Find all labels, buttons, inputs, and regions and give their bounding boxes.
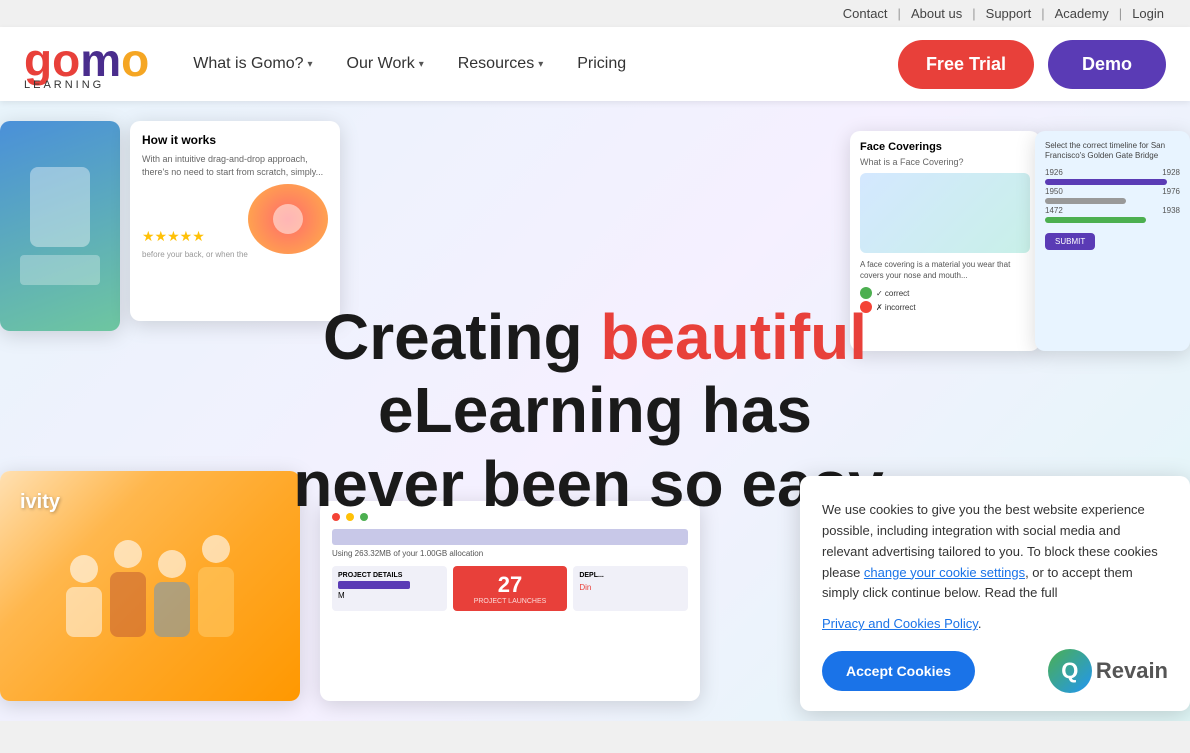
topbar-login[interactable]: Login [1126, 6, 1170, 21]
face-image [860, 173, 1030, 253]
card-team-photo: ivity [0, 471, 300, 701]
body-3 [154, 582, 190, 637]
logo-o2: o [121, 34, 149, 86]
head-4 [202, 535, 230, 563]
quiz-submit-button[interactable]: SUBMIT [1045, 233, 1095, 250]
quiz-bar-1 [1045, 179, 1167, 185]
privacy-policy-link[interactable]: Privacy and Cookies Policy [822, 616, 978, 631]
quiz-year1: 1926 [1045, 168, 1063, 177]
quiz-year4: 1976 [1162, 187, 1180, 196]
cookie-banner: We use cookies to give you the best webs… [800, 476, 1190, 711]
header: gomo LEARNING What is Gomo? ▾ Our Work ▾… [0, 27, 1190, 101]
revain-q-icon: Q [1048, 649, 1092, 693]
nav-ourwork-label: Our Work [347, 55, 415, 73]
dash-grid: PROJECT DETAILS M 27 PROJECT LAUNCHES DE… [332, 566, 688, 611]
chevron-down-icon: ▾ [308, 59, 313, 70]
cookie-actions: Accept Cookies Q Revain [822, 649, 1168, 693]
quiz-row-2: 1950 1976 [1045, 187, 1180, 196]
logo-wrap: gomo LEARNING [24, 37, 149, 91]
main-nav: What is Gomo? ▾ Our Work ▾ Resources ▾ P… [179, 45, 868, 83]
dash-cell-launches: PROJECT LAUNCHES [474, 598, 547, 605]
cell-inner [273, 204, 303, 234]
chevron-down-icon: ▾ [419, 59, 424, 70]
person-3 [154, 550, 190, 637]
quiz-year2: 1928 [1162, 168, 1180, 177]
nav-resources-label: Resources [458, 55, 534, 73]
sep2: | [972, 6, 975, 21]
body-4 [198, 567, 234, 637]
quiz-row-3: 1472 1938 [1045, 206, 1180, 215]
card-quiz: Select the correct timeline for San Fran… [1035, 131, 1190, 351]
person-2 [110, 540, 146, 637]
card-how-text: With an intuitive drag-and-drop approach… [142, 153, 328, 178]
cell-details-label: PROJECT DETAILS [338, 572, 441, 579]
demo-button[interactable]: Demo [1048, 40, 1166, 89]
cookie-text-1: We use cookies to give you the best webs… [822, 502, 1145, 538]
scene-inner [0, 121, 120, 331]
logo-gomo: gomo [24, 37, 149, 83]
people-group [66, 535, 234, 637]
quiz-year3: 1950 [1045, 187, 1063, 196]
quiz-question: Select the correct timeline for San Fran… [1045, 141, 1180, 162]
quiz-bar-2 [1045, 198, 1126, 204]
card-face-title: Face Coverings [860, 141, 1030, 153]
head-1 [70, 555, 98, 583]
dash-big-number: 27 [498, 572, 522, 598]
team-text-overlay: ivity [20, 491, 60, 514]
dash-cell-number: 27 PROJECT LAUNCHES [453, 566, 568, 611]
hero-line1: Creating [323, 301, 600, 373]
cookie-text-5: . [978, 616, 982, 631]
nav-what-is-gomo[interactable]: What is Gomo? ▾ [179, 45, 326, 83]
accept-cookies-button[interactable]: Accept Cookies [822, 651, 975, 691]
topbar-about[interactable]: About us [905, 6, 968, 21]
quiz-row-1: 1926 1928 [1045, 168, 1180, 177]
dash-cell-deploy: DEPL... Din [573, 566, 688, 611]
person-1 [66, 555, 102, 637]
cookie-text-2nd: Privacy and Cookies Policy. [822, 614, 1168, 635]
topbar-academy[interactable]: Academy [1049, 6, 1115, 21]
nav-pricing[interactable]: Pricing [563, 45, 640, 83]
card-how-title: How it works [142, 133, 328, 147]
cell-m: M [338, 591, 441, 600]
nav-our-work[interactable]: Our Work ▾ [333, 45, 438, 83]
top-bar: Contact | About us | Support | Academy |… [0, 0, 1190, 27]
revain-logo: Q Revain [1048, 649, 1168, 693]
sep3: | [1041, 6, 1044, 21]
nav-what-label: What is Gomo? [193, 55, 303, 73]
cookie-settings-link[interactable]: change your cookie settings [864, 565, 1025, 580]
revain-text: Revain [1096, 658, 1168, 684]
cookie-text: We use cookies to give you the best webs… [822, 500, 1168, 604]
sep4: | [1119, 6, 1122, 21]
logo[interactable]: gomo LEARNING [24, 37, 149, 91]
person-silhouette [30, 167, 90, 247]
dash-cell-details: PROJECT DETAILS M [332, 566, 447, 611]
logo-learning: LEARNING [24, 79, 104, 91]
quiz-year6: 1938 [1162, 206, 1180, 215]
hero-section: How it works With an intuitive drag-and-… [0, 101, 1190, 721]
card-face-subtitle: What is a Face Covering? [860, 157, 1030, 167]
chevron-down-icon: ▾ [538, 59, 543, 70]
free-trial-button[interactable]: Free Trial [898, 40, 1034, 89]
nav-pricing-label: Pricing [577, 55, 626, 73]
topbar-support[interactable]: Support [980, 6, 1038, 21]
cell-bar [338, 581, 410, 589]
sep1: | [898, 6, 901, 21]
head-2 [114, 540, 142, 568]
quiz-year5: 1472 [1045, 206, 1063, 215]
person-4 [198, 535, 234, 637]
topbar-contact[interactable]: Contact [837, 6, 894, 21]
hero-highlight: beautiful [600, 301, 867, 373]
head-3 [158, 550, 186, 578]
cell-date: Din [579, 583, 682, 592]
cell-graphic [248, 184, 328, 254]
cell-deploy-label: DEPL... [579, 572, 682, 579]
card-scene-left [0, 121, 120, 331]
road-graphic [20, 255, 100, 285]
header-actions: Free Trial Demo [898, 40, 1166, 89]
hero-line2: eLearning has [378, 374, 812, 446]
body-1 [66, 587, 102, 637]
quiz-bar-3 [1045, 217, 1146, 223]
body-2 [110, 572, 146, 637]
nav-resources[interactable]: Resources ▾ [444, 45, 558, 83]
